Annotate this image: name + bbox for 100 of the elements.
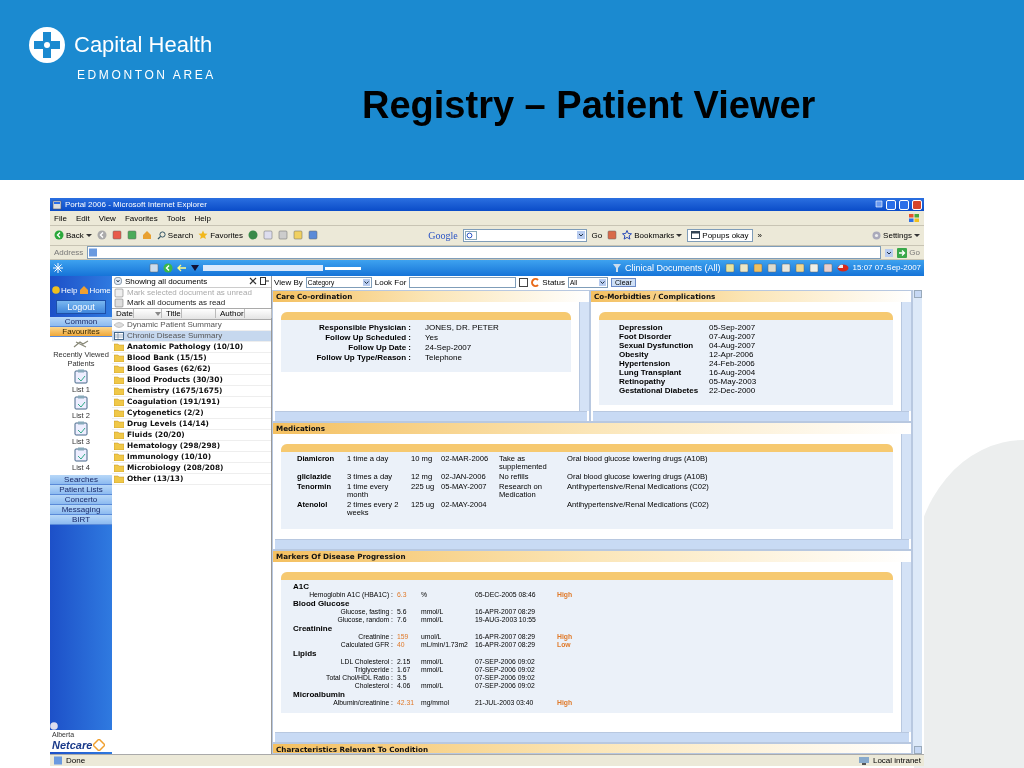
popups-button[interactable]: Popups okay	[687, 228, 753, 242]
windows-logo-icon	[908, 213, 920, 224]
panel-collapse-icon[interactable]	[260, 277, 269, 285]
document-icon	[114, 297, 124, 308]
edit-icon[interactable]	[293, 230, 304, 241]
scrollbar[interactable]	[912, 289, 922, 754]
c-logo-icon	[531, 278, 540, 287]
documents-filter-label[interactable]: Clinical Documents (All)	[625, 262, 721, 273]
clipboard-icon[interactable]	[74, 368, 88, 384]
arrow-left-icon[interactable]	[177, 263, 187, 272]
document-item[interactable]: Dynamic Patient Summary	[112, 319, 271, 331]
sidebar-tab[interactable]: Searches	[50, 474, 112, 485]
favorites-button[interactable]: Favorites	[198, 230, 244, 241]
address-field[interactable]	[87, 246, 882, 260]
document-icon	[114, 287, 124, 298]
scrollbar[interactable]	[275, 731, 909, 742]
dropdown-icon[interactable]	[885, 248, 894, 257]
go-button[interactable]: Go	[591, 230, 603, 240]
refresh-icon[interactable]	[126, 230, 137, 241]
document-tool-icon[interactable]	[780, 262, 791, 273]
messenger-icon[interactable]	[308, 230, 319, 241]
sidebar-tab[interactable]: BIRT	[50, 514, 112, 525]
marker-group: A1C	[293, 581, 587, 591]
window-title: Portal 2006 - Microsoft Internet Explorer	[65, 200, 208, 210]
maximize-button[interactable]	[899, 199, 909, 210]
mark-read-action[interactable]: Mark all documents as read	[112, 297, 271, 308]
document-tool-icon[interactable]	[738, 262, 749, 273]
menu-item[interactable]: Edit	[75, 213, 90, 223]
document-tool-icon[interactable]	[794, 262, 805, 273]
scrollbar[interactable]	[593, 410, 909, 421]
document-tool-icon[interactable]	[724, 262, 735, 273]
condition-date: 12-Apr-2006	[709, 349, 754, 359]
document-item[interactable]: Chronic Disease Summary	[112, 330, 271, 342]
dropdown-icon	[362, 279, 370, 286]
sidebar-tab[interactable]: Patient Lists	[50, 484, 112, 495]
scrollbar[interactable]	[275, 410, 587, 421]
close-button[interactable]	[912, 199, 922, 210]
column-header[interactable]: Title	[162, 309, 216, 318]
more-button[interactable]: »	[757, 230, 762, 240]
scrollbar[interactable]	[901, 561, 911, 732]
triangle-down-icon[interactable]	[191, 264, 199, 271]
menu-item[interactable]: Tools	[166, 213, 186, 223]
back-button[interactable]: Back	[54, 230, 92, 241]
panel-toggle-icon[interactable]	[149, 262, 159, 273]
document-tool-icon[interactable]	[808, 262, 819, 273]
date-time: 15:07 07-Sep-2007	[852, 263, 922, 273]
forward-arrow-icon[interactable]	[96, 230, 107, 241]
bookmarks-button[interactable]: Bookmarks	[622, 230, 683, 241]
checkbox[interactable]	[519, 278, 529, 287]
sidebar-tab[interactable]: Favourites	[50, 326, 112, 337]
menu-item[interactable]: Favorites	[124, 213, 158, 223]
toolbar-icon[interactable]	[607, 230, 618, 241]
document-tool-icon[interactable]	[822, 262, 833, 273]
menu-item[interactable]: File	[54, 213, 67, 223]
help-icon	[52, 286, 60, 294]
printer-icon[interactable]	[278, 230, 289, 241]
field-label: Follow Up Type/Reason :	[315, 352, 411, 362]
sidebar-tab[interactable]: Messaging	[50, 504, 112, 515]
column-header[interactable]: Date	[112, 309, 162, 318]
scrollbar[interactable]	[579, 301, 589, 411]
help-link[interactable]: Help	[52, 285, 78, 295]
close-icon[interactable]	[249, 277, 257, 285]
column-header[interactable]: Author	[216, 309, 272, 318]
document-tool-icon[interactable]	[766, 262, 777, 273]
dropdown-icon	[576, 231, 585, 240]
chevron-icon[interactable]	[114, 277, 122, 285]
search-button[interactable]: Search	[156, 230, 194, 240]
security-zone: Local intranet	[872, 755, 921, 765]
media-icon[interactable]	[248, 230, 259, 241]
page-icon	[52, 199, 62, 210]
clipboard-icon[interactable]	[74, 446, 88, 462]
google-search-field[interactable]	[462, 228, 587, 242]
scrollbar[interactable]	[901, 433, 911, 539]
look-for-field[interactable]	[409, 277, 517, 288]
ie-page-icon	[88, 248, 99, 258]
home-link[interactable]: Home	[80, 285, 111, 295]
document-tool-icon[interactable]	[752, 262, 763, 273]
pill-icon[interactable]	[836, 262, 849, 273]
condition-name: Obesity	[619, 349, 649, 359]
go-button[interactable]: Go	[897, 247, 920, 258]
menu-item[interactable]: Help	[194, 213, 211, 223]
minimize-button[interactable]	[886, 199, 896, 210]
scrollbar[interactable]	[275, 538, 909, 549]
home-icon[interactable]	[141, 230, 152, 241]
filter-icon[interactable]	[613, 263, 621, 272]
clipboard-icon[interactable]	[74, 394, 88, 410]
sidebar-tab[interactable]: Concerto	[50, 494, 112, 505]
condition-name: Gestational Diabetes	[619, 385, 700, 395]
back-arrow-icon[interactable]	[163, 262, 173, 273]
field-label: Follow Up Scheduled :	[324, 332, 411, 342]
condition-name: Sexual Dysfunction	[619, 340, 695, 350]
sidebar-tab[interactable]: Common	[50, 316, 112, 327]
mail-icon[interactable]	[263, 230, 274, 241]
stop-icon[interactable]	[111, 230, 122, 241]
settings-button[interactable]: Settings	[872, 230, 920, 240]
menu-item[interactable]: View	[98, 213, 116, 223]
clipboard-icon[interactable]	[74, 420, 88, 436]
settings-icon	[872, 230, 882, 240]
scrollbar[interactable]	[901, 301, 911, 411]
condition-date: 24-Feb-2006	[709, 358, 756, 368]
